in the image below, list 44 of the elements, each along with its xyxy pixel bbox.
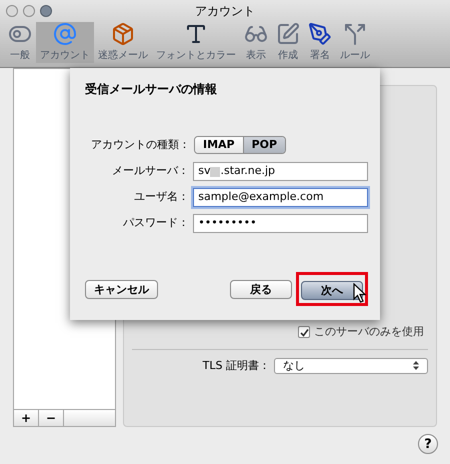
help-button[interactable]: ? — [418, 434, 438, 454]
window-control[interactable] — [23, 5, 35, 17]
arrows-icon — [343, 22, 367, 46]
cursor-icon — [353, 283, 367, 303]
tls-label: TLS 証明書： — [202, 358, 270, 374]
toolbar-tab[interactable]: 表示 — [240, 22, 272, 63]
input-field[interactable]: sample@example.com — [193, 188, 368, 207]
field-label: パスワード： — [122, 215, 190, 232]
letter-icon — [184, 22, 208, 46]
toolbar-tab[interactable]: 迷惑メール — [94, 22, 152, 63]
window-title: アカウント — [194, 3, 256, 20]
pencil-icon — [276, 22, 300, 46]
checkbox-label: このサーバのみを使用 — [314, 324, 424, 340]
stepper-icon — [413, 361, 419, 370]
field-label: メールサーバ： — [111, 163, 190, 180]
field-label: ユーザ名： — [133, 189, 190, 206]
checkbox[interactable] — [298, 326, 310, 338]
toolbar-tab[interactable]: 署名 — [304, 22, 336, 63]
input-field[interactable]: ••••••••• — [193, 214, 368, 233]
field-value: .star.ne.jp — [220, 163, 276, 180]
segment[interactable]: POP — [242, 137, 286, 153]
add-button[interactable]: + — [14, 410, 39, 426]
remove-button[interactable]: − — [39, 410, 64, 426]
tls-dropdown[interactable]: なし — [274, 358, 428, 374]
input-field[interactable]: sv .star.ne.jp — [193, 162, 368, 181]
toolbar-tab[interactable]: フォントとカラー — [152, 22, 240, 63]
toolbar-tab[interactable]: 作成 — [272, 22, 304, 63]
cancel-button[interactable]: キャンセル — [85, 280, 158, 298]
field-value: sv — [198, 163, 210, 180]
redaction-block — [210, 166, 220, 176]
window-control[interactable] — [40, 5, 52, 17]
dialog-title: 受信メールサーバの情報 — [85, 81, 218, 98]
pen-icon — [308, 22, 332, 46]
next-button[interactable]: 次へ — [301, 281, 363, 300]
box-icon — [111, 22, 135, 46]
field-value: sample@example.com — [198, 189, 324, 206]
toolbar-tab[interactable]: ルール — [336, 22, 374, 63]
at-sign-icon — [53, 22, 77, 46]
segment[interactable]: IMAP — [195, 137, 243, 153]
field-value: ••••••••• — [198, 215, 257, 232]
back-button[interactable]: 戻る — [230, 280, 292, 298]
field-label: アカウントの種類： — [90, 136, 191, 153]
window-control[interactable] — [6, 5, 18, 17]
toolbar-tab[interactable]: 一般 — [4, 22, 36, 63]
